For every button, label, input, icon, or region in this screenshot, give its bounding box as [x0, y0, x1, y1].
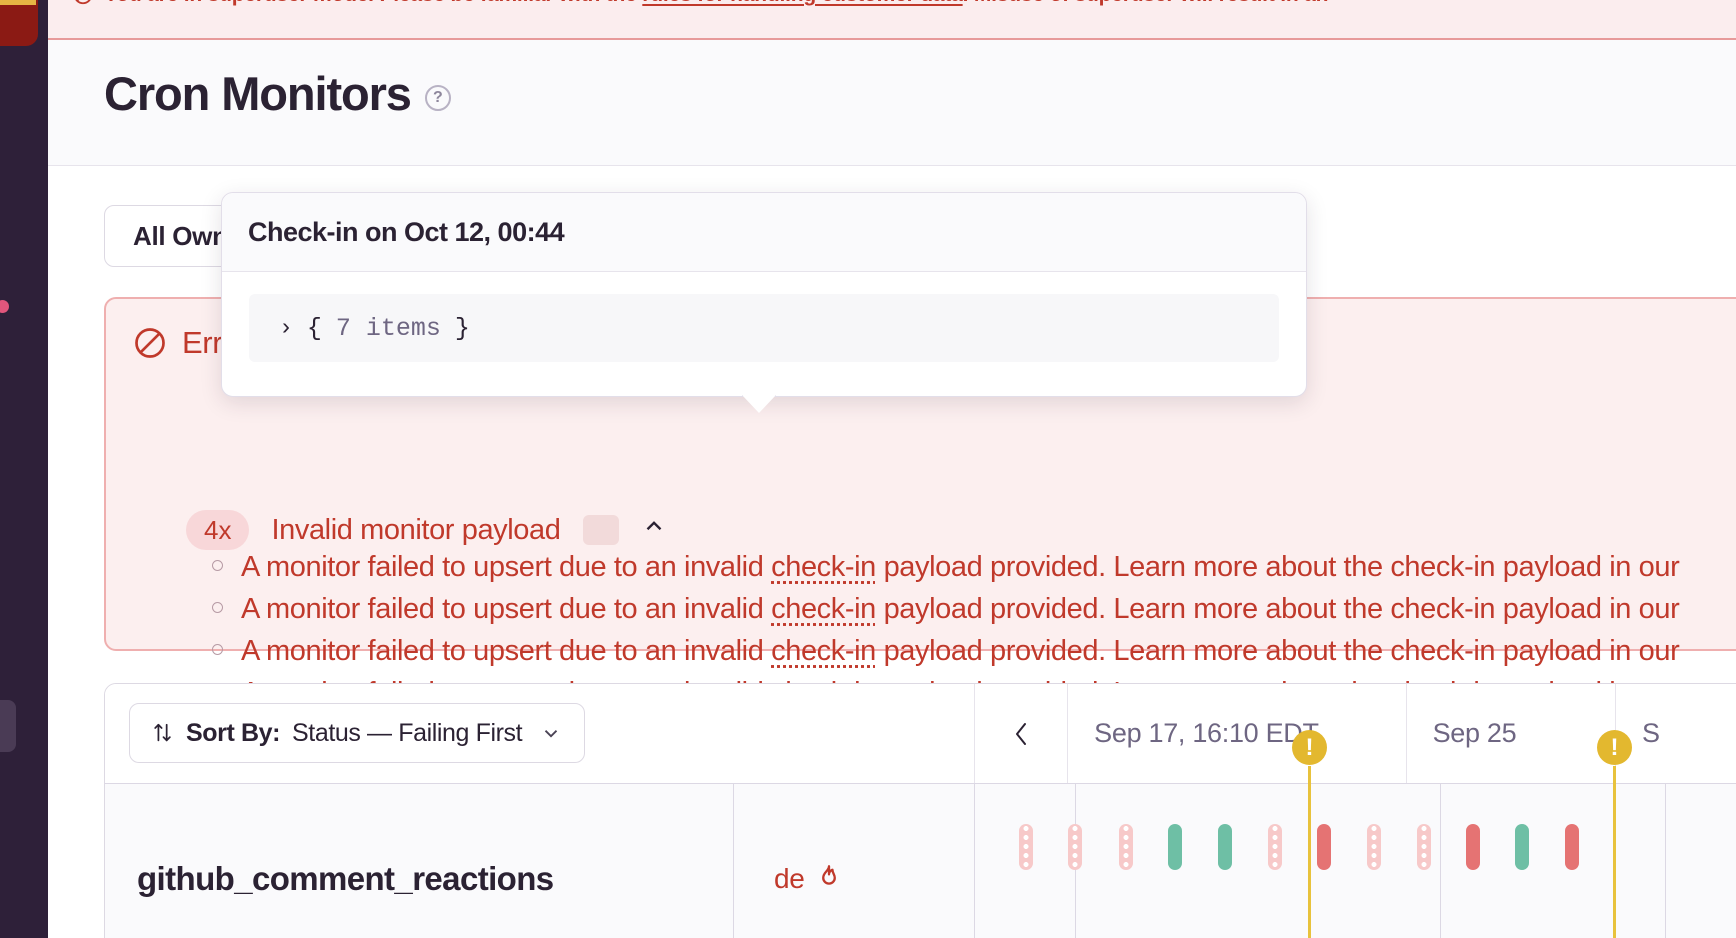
list-bullet — [212, 560, 223, 571]
sidebar-collapsed-item[interactable] — [0, 700, 16, 752]
json-preview[interactable]: › { 7 items } — [249, 294, 1279, 362]
checkin-tick-missed[interactable] — [1068, 824, 1082, 870]
list-item: A monitor failed to upsert due to an inv… — [212, 588, 1736, 630]
incident-alert-icon[interactable]: ! — [1597, 730, 1632, 765]
chevron-down-icon — [540, 722, 562, 744]
check-in-link[interactable]: check-in — [771, 551, 876, 583]
error-text-b: payload provided. Learn more about the c… — [875, 551, 1680, 583]
question-circle-icon[interactable]: ? — [424, 84, 451, 111]
timeline-label: Sep 25 — [1405, 684, 1615, 783]
chevron-up-icon[interactable] — [641, 513, 667, 547]
checkin-tick-missed[interactable] — [1367, 824, 1381, 870]
monitor-name[interactable]: github_comment_reactions — [105, 784, 733, 938]
incident-alert-icon[interactable]: ! — [1292, 730, 1327, 765]
checkin-timeline[interactable]: !! — [974, 730, 1736, 938]
error-text-a: A monitor failed to upsert due to an inv… — [241, 593, 772, 625]
error-count-badge: 4x — [186, 510, 250, 550]
cron-monitors-page: You are in superuser mode. Please be fam… — [0, 0, 1736, 938]
checkin-tooltip-title: Check-in on Oct 12, 00:44 — [222, 193, 1306, 272]
list-item: A monitor failed to upsert due to an inv… — [212, 546, 1736, 588]
list-item: A monitor failed to upsert due to an inv… — [212, 630, 1736, 672]
environment-label: de — [774, 862, 805, 894]
error-group-toggle-box[interactable] — [582, 515, 619, 545]
timeline-label: S — [1615, 684, 1736, 783]
list-bullet — [212, 602, 223, 613]
error-group-label: Invalid monitor payload — [271, 513, 561, 546]
chevron-right-icon[interactable]: › — [279, 315, 293, 341]
ban-icon — [72, 0, 94, 6]
error-text-a: A monitor failed to upsert due to an inv… — [241, 635, 772, 667]
list-bullet — [212, 644, 223, 655]
checkin-tick-err[interactable] — [1565, 824, 1579, 870]
checkin-tick-missed[interactable] — [1119, 824, 1133, 870]
fire-icon — [815, 864, 843, 894]
checkin-tick-ok[interactable] — [1515, 824, 1529, 870]
org-logo-block[interactable] — [0, 0, 38, 46]
sort-by-label: Sort By: — [186, 718, 281, 747]
customer-data-rules-link[interactable]: rules for handling customer data — [642, 0, 963, 6]
timeline-prev-button[interactable] — [975, 684, 1067, 783]
checkin-tick-missed[interactable] — [1417, 824, 1431, 870]
sort-by-value: Status — Failing First — [292, 718, 523, 747]
checkin-tick-missed[interactable] — [1019, 824, 1033, 870]
error-text-b: payload provided. Learn more about the c… — [875, 593, 1680, 625]
checkin-tick-missed[interactable] — [1268, 824, 1282, 870]
checkin-tick-ok[interactable] — [1168, 824, 1182, 870]
timeline-label: Sep 17, 16:10 EDT — [1067, 684, 1405, 783]
checkin-tooltip-body: › { 7 items } — [222, 272, 1306, 384]
json-close-brace: } — [454, 313, 470, 343]
sidebar-notification-dot[interactable] — [0, 300, 9, 313]
sidebar-rail — [0, 0, 48, 938]
table-row[interactable]: github_comment_reactions de !! — [105, 730, 1736, 938]
sort-by-dropdown[interactable]: Sort By: Status — Failing First — [129, 703, 586, 763]
timeline-divider — [1440, 784, 1441, 938]
sort-arrows-icon — [152, 720, 174, 746]
page-header: Cron Monitors ? — [48, 40, 1736, 166]
error-text-a: A monitor failed to upsert due to an inv… — [241, 551, 772, 583]
banner-text-before: You are in superuser mode. Please be fam… — [104, 0, 642, 6]
checkin-tick-ok[interactable] — [1218, 824, 1232, 870]
json-open-brace: { — [306, 313, 322, 343]
superuser-banner: You are in superuser mode. Please be fam… — [48, 0, 1736, 40]
check-in-link[interactable]: check-in — [771, 635, 876, 667]
incident-line: ! — [1292, 730, 1327, 938]
page-title: Cron Monitors — [104, 67, 412, 120]
error-group-invalid-monitor-payload[interactable]: 4x Invalid monitor payload — [186, 510, 667, 550]
monitor-table: Sort By: Status — Failing First Sep 17, … — [104, 683, 1736, 938]
monitor-environment: de — [733, 784, 974, 938]
error-text-b: payload provided. Learn more about the c… — [875, 635, 1680, 667]
json-item-count: 7 items — [335, 313, 441, 343]
incident-line: ! — [1597, 730, 1632, 938]
checkin-tick-err[interactable] — [1466, 824, 1480, 870]
checkin-tick-err[interactable] — [1317, 824, 1331, 870]
banner-text-after: . Misuse of superuser will result in an — [963, 0, 1329, 6]
timeline-divider — [1665, 784, 1666, 938]
org-logo-strip — [0, 0, 36, 5]
checkin-tooltip: Check-in on Oct 12, 00:44 › { 7 items } — [221, 192, 1307, 413]
monitor-table-header: Sort By: Status — Failing First Sep 17, … — [105, 684, 1736, 783]
ban-icon — [132, 325, 168, 361]
check-in-link[interactable]: check-in — [771, 593, 876, 625]
